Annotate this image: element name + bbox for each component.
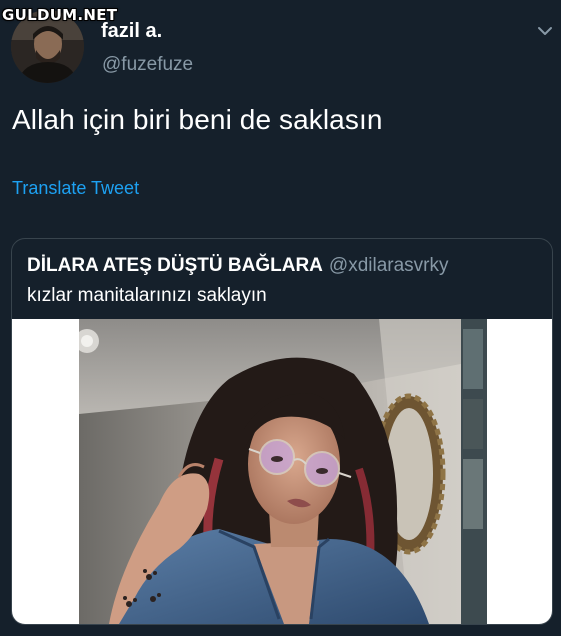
quoted-tweet-header: DİLARA ATEŞ DÜŞTÜ BAĞLARA @xdilarasvrky [27,255,449,277]
quoted-tweet-media[interactable] [12,319,552,624]
selfie-photo[interactable] [79,319,487,624]
quoted-tweet-text: kızlar manitalarınızı saklayın [27,285,267,306]
tweet-text: Allah için biri beni de saklasın [12,104,383,135]
quoted-tweet-card[interactable]: DİLARA ATEŞ DÜŞTÜ BAĞLARA @xdilarasvrky k… [11,238,553,625]
translate-tweet-link[interactable]: Translate Tweet [12,178,139,199]
author-handle[interactable]: @fuzefuze [102,54,193,76]
watermark-logo: GULDUM.NET [2,6,118,24]
quoted-author-name: DİLARA ATEŞ DÜŞTÜ BAĞLARA [27,255,323,276]
chevron-down-icon[interactable] [537,24,553,38]
quoted-author-handle: @xdilarasvrky [328,255,449,276]
